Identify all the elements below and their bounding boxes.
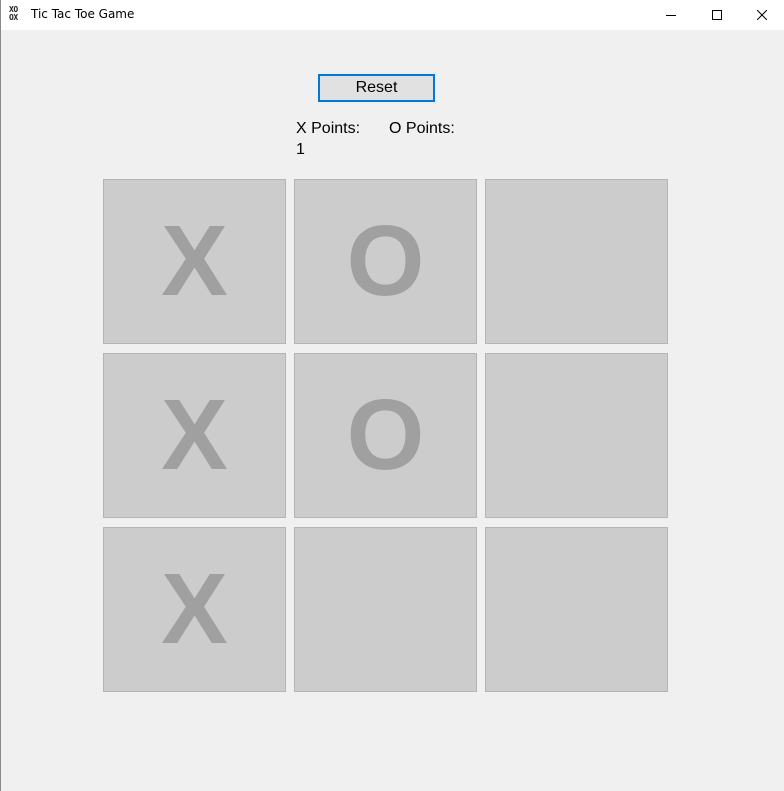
- o-points-score: O Points:: [389, 118, 469, 139]
- x-points-value: 1: [296, 141, 305, 158]
- cell-r3-c1[interactable]: X: [103, 527, 286, 692]
- window-title: Tic Tac Toe Game: [31, 7, 135, 21]
- maximize-button[interactable]: [694, 0, 740, 30]
- close-button[interactable]: [739, 0, 784, 30]
- maximize-icon: [712, 10, 722, 20]
- x-points-label: X Points:: [296, 120, 361, 137]
- reset-button[interactable]: Reset: [318, 74, 435, 102]
- x-points-score: X Points: 1: [296, 118, 376, 160]
- o-points-label: O Points:: [389, 120, 455, 137]
- app-window: XO OX Tic Tac Toe Game Reset X Points: 1…: [0, 0, 784, 791]
- minimize-icon: [666, 15, 676, 16]
- close-icon: [757, 10, 767, 20]
- cell-r1-c2[interactable]: O: [294, 179, 477, 344]
- cell-r3-c3[interactable]: [485, 527, 668, 692]
- minimize-button[interactable]: [648, 0, 694, 30]
- app-tictactoe-icon: XO OX: [9, 6, 25, 24]
- cell-r3-c2[interactable]: [294, 527, 477, 692]
- cell-r2-c3[interactable]: [485, 353, 668, 518]
- cell-r1-c3[interactable]: [485, 179, 668, 344]
- cell-r2-c2[interactable]: O: [294, 353, 477, 518]
- cell-r1-c1[interactable]: X: [103, 179, 286, 344]
- cell-r2-c1[interactable]: X: [103, 353, 286, 518]
- app-icon-row-2: OX: [9, 13, 18, 22]
- title-bar[interactable]: XO OX Tic Tac Toe Game: [1, 0, 784, 30]
